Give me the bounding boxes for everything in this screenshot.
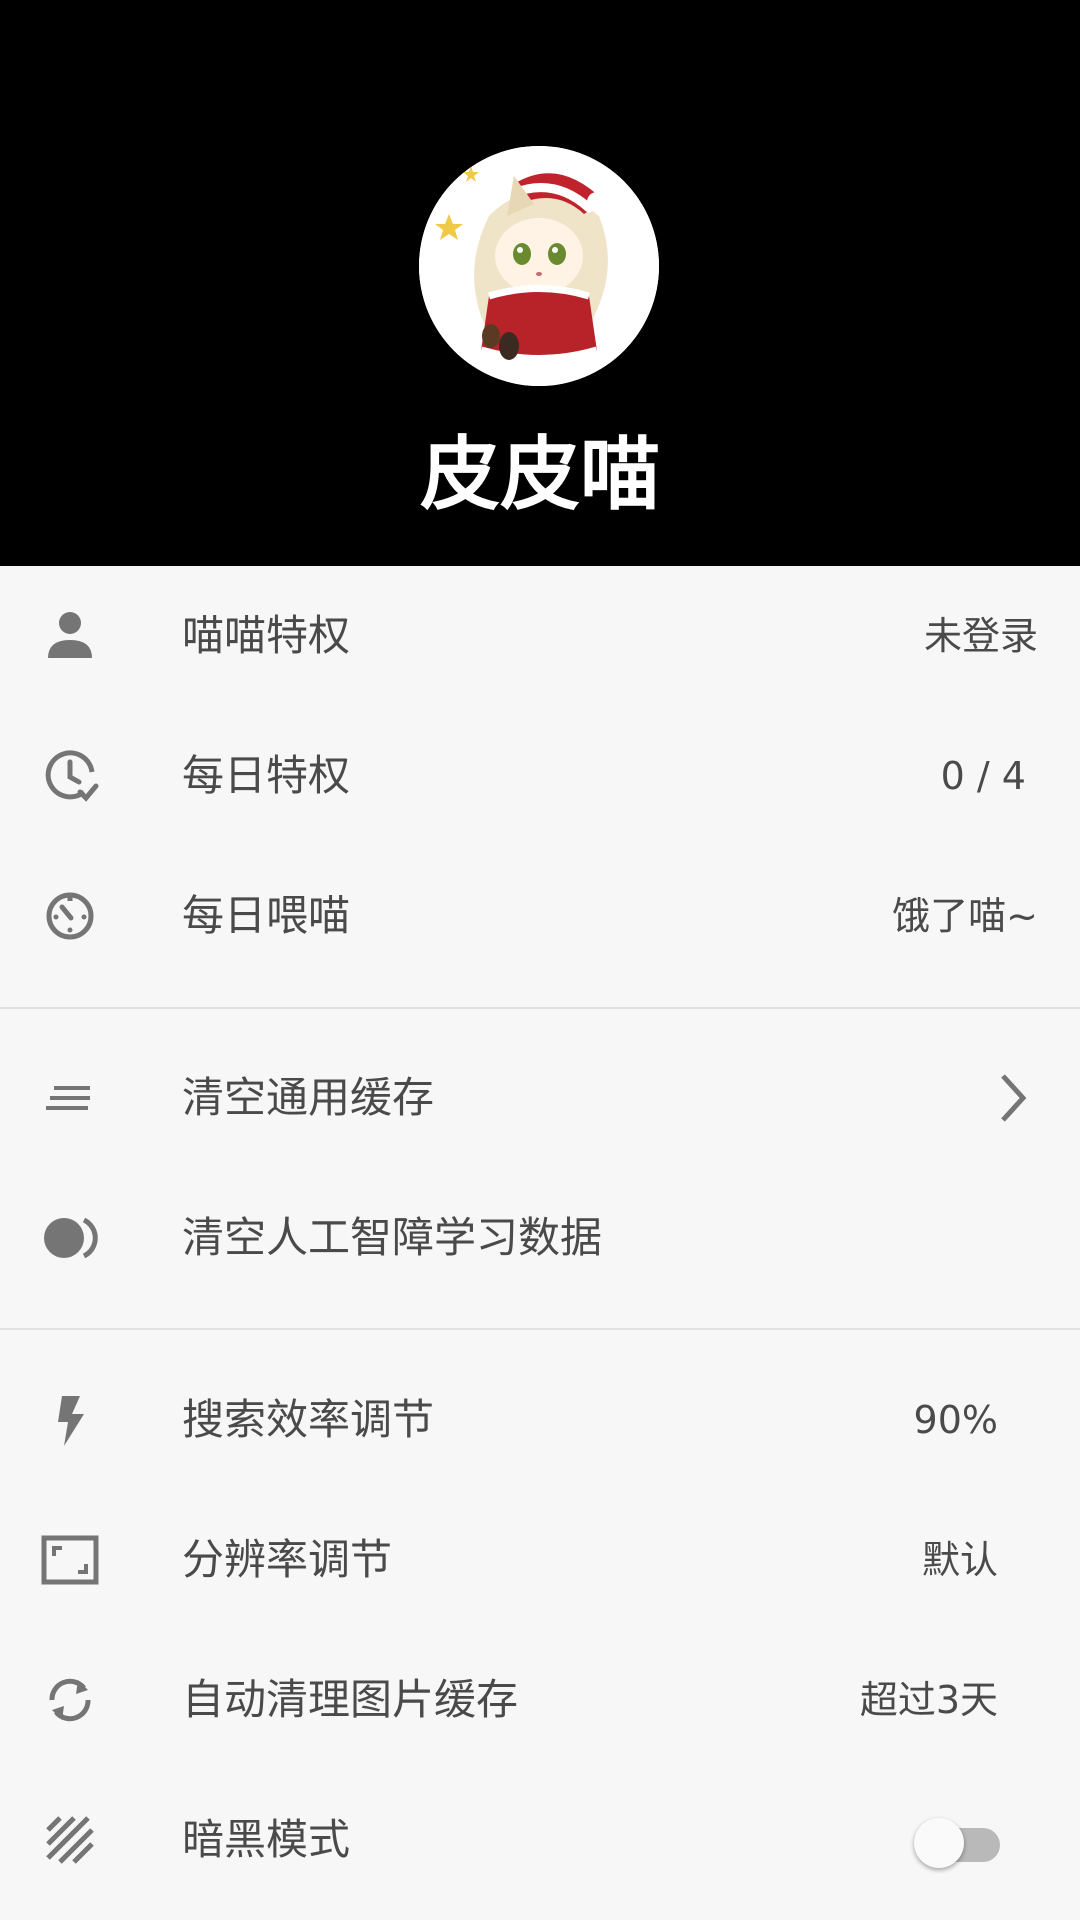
daily-privilege-label: 每日特权 [182, 751, 351, 800]
resolution-row[interactable]: 分辨率调节 默认 [0, 1490, 1080, 1630]
dark-mode-row[interactable]: 暗黑模式 [0, 1770, 1080, 1910]
privilege-label: 喵喵特权 [182, 611, 351, 660]
section-divider [0, 1328, 1080, 1330]
sync-icon [40, 1672, 100, 1728]
auto-clean-row[interactable]: 自动清理图片缓存 超过3天 [0, 1630, 1080, 1770]
section-divider [0, 1007, 1080, 1009]
auto-clean-label: 自动清理图片缓存 [182, 1675, 519, 1724]
daily-feed-label: 每日喂喵 [182, 891, 351, 940]
feed-status: 饿了喵~ [892, 894, 1038, 938]
toggle-thumb [914, 1818, 964, 1868]
dark-mode-toggle[interactable] [914, 1816, 1008, 1868]
clear-cache-label: 清空通用缓存 [182, 1073, 435, 1122]
clock-check-icon [40, 748, 100, 804]
dark-mode-label: 暗黑模式 [182, 1815, 351, 1864]
search-efficiency-value: 90% [913, 1398, 998, 1442]
timer-icon [40, 888, 100, 944]
clear-ai-data-label: 清空人工智障学习数据 [182, 1213, 603, 1262]
daily-privilege-count: 0 / 4 [940, 754, 1026, 798]
stripes-icon [40, 1812, 100, 1868]
search-efficiency-row[interactable]: 搜索效率调节 90% [0, 1350, 1080, 1490]
resolution-value: 默认 [921, 1538, 998, 1582]
auto-clean-value: 超过3天 [859, 1678, 998, 1722]
chevron-right-icon [998, 1072, 1028, 1124]
resolution-label: 分辨率调节 [182, 1535, 393, 1584]
clear-cache-row[interactable]: 清空通用缓存 [0, 1028, 1080, 1168]
toggle-circle-icon [40, 1210, 100, 1266]
profile-header: 皮皮喵 [0, 0, 1080, 566]
search-efficiency-label: 搜索效率调节 [182, 1395, 435, 1444]
person-icon [40, 608, 100, 664]
cat-girl-avatar [419, 146, 659, 386]
username: 皮皮喵 [420, 428, 660, 521]
clear-ai-data-row[interactable]: 清空人工智障学习数据 [0, 1168, 1080, 1308]
lines-icon [40, 1070, 100, 1126]
flash-icon [40, 1392, 100, 1448]
aspect-ratio-icon [40, 1532, 100, 1588]
daily-privilege-row[interactable]: 每日特权 0 / 4 [0, 706, 1080, 846]
avatar[interactable] [419, 146, 659, 386]
daily-feed-row[interactable]: 每日喂喵 饿了喵~ [0, 846, 1080, 986]
login-status: 未登录 [923, 614, 1038, 658]
privilege-row[interactable]: 喵喵特权 未登录 [0, 566, 1080, 706]
